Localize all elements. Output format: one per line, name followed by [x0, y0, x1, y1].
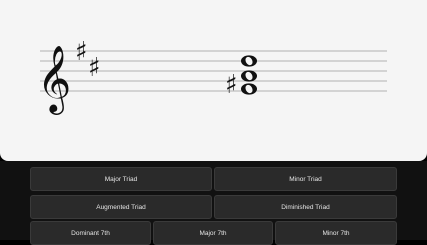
augmented-triad-button[interactable]: Augmented Triad [30, 195, 212, 219]
major-7th-button[interactable]: Major 7th [153, 221, 273, 245]
staff-notation: 𝄞 ♯ ♯ ♯ [37, 37, 387, 115]
whole-note [241, 70, 257, 82]
minor-triad-button[interactable]: Minor Triad [214, 167, 397, 191]
whole-note [241, 55, 257, 67]
score-panel: 𝄞 ♯ ♯ ♯ [0, 0, 427, 161]
treble-clef-icon: 𝄞 [37, 44, 71, 115]
key-signature: ♯ ♯ [75, 37, 101, 83]
minor-7th-button[interactable]: Minor 7th [275, 221, 397, 245]
chord [241, 55, 257, 95]
whole-note [241, 83, 257, 95]
sharp-icon: ♯ [88, 53, 101, 83]
dominant-7th-button[interactable]: Dominant 7th [30, 221, 151, 245]
sharp-icon: ♯ [75, 37, 88, 67]
chord-button-grid: Major Triad Minor Triad Augmented Triad … [0, 161, 427, 245]
sharp-icon: ♯ [225, 70, 238, 100]
diminished-triad-button[interactable]: Diminished Triad [214, 195, 397, 219]
major-triad-button[interactable]: Major Triad [30, 167, 212, 191]
